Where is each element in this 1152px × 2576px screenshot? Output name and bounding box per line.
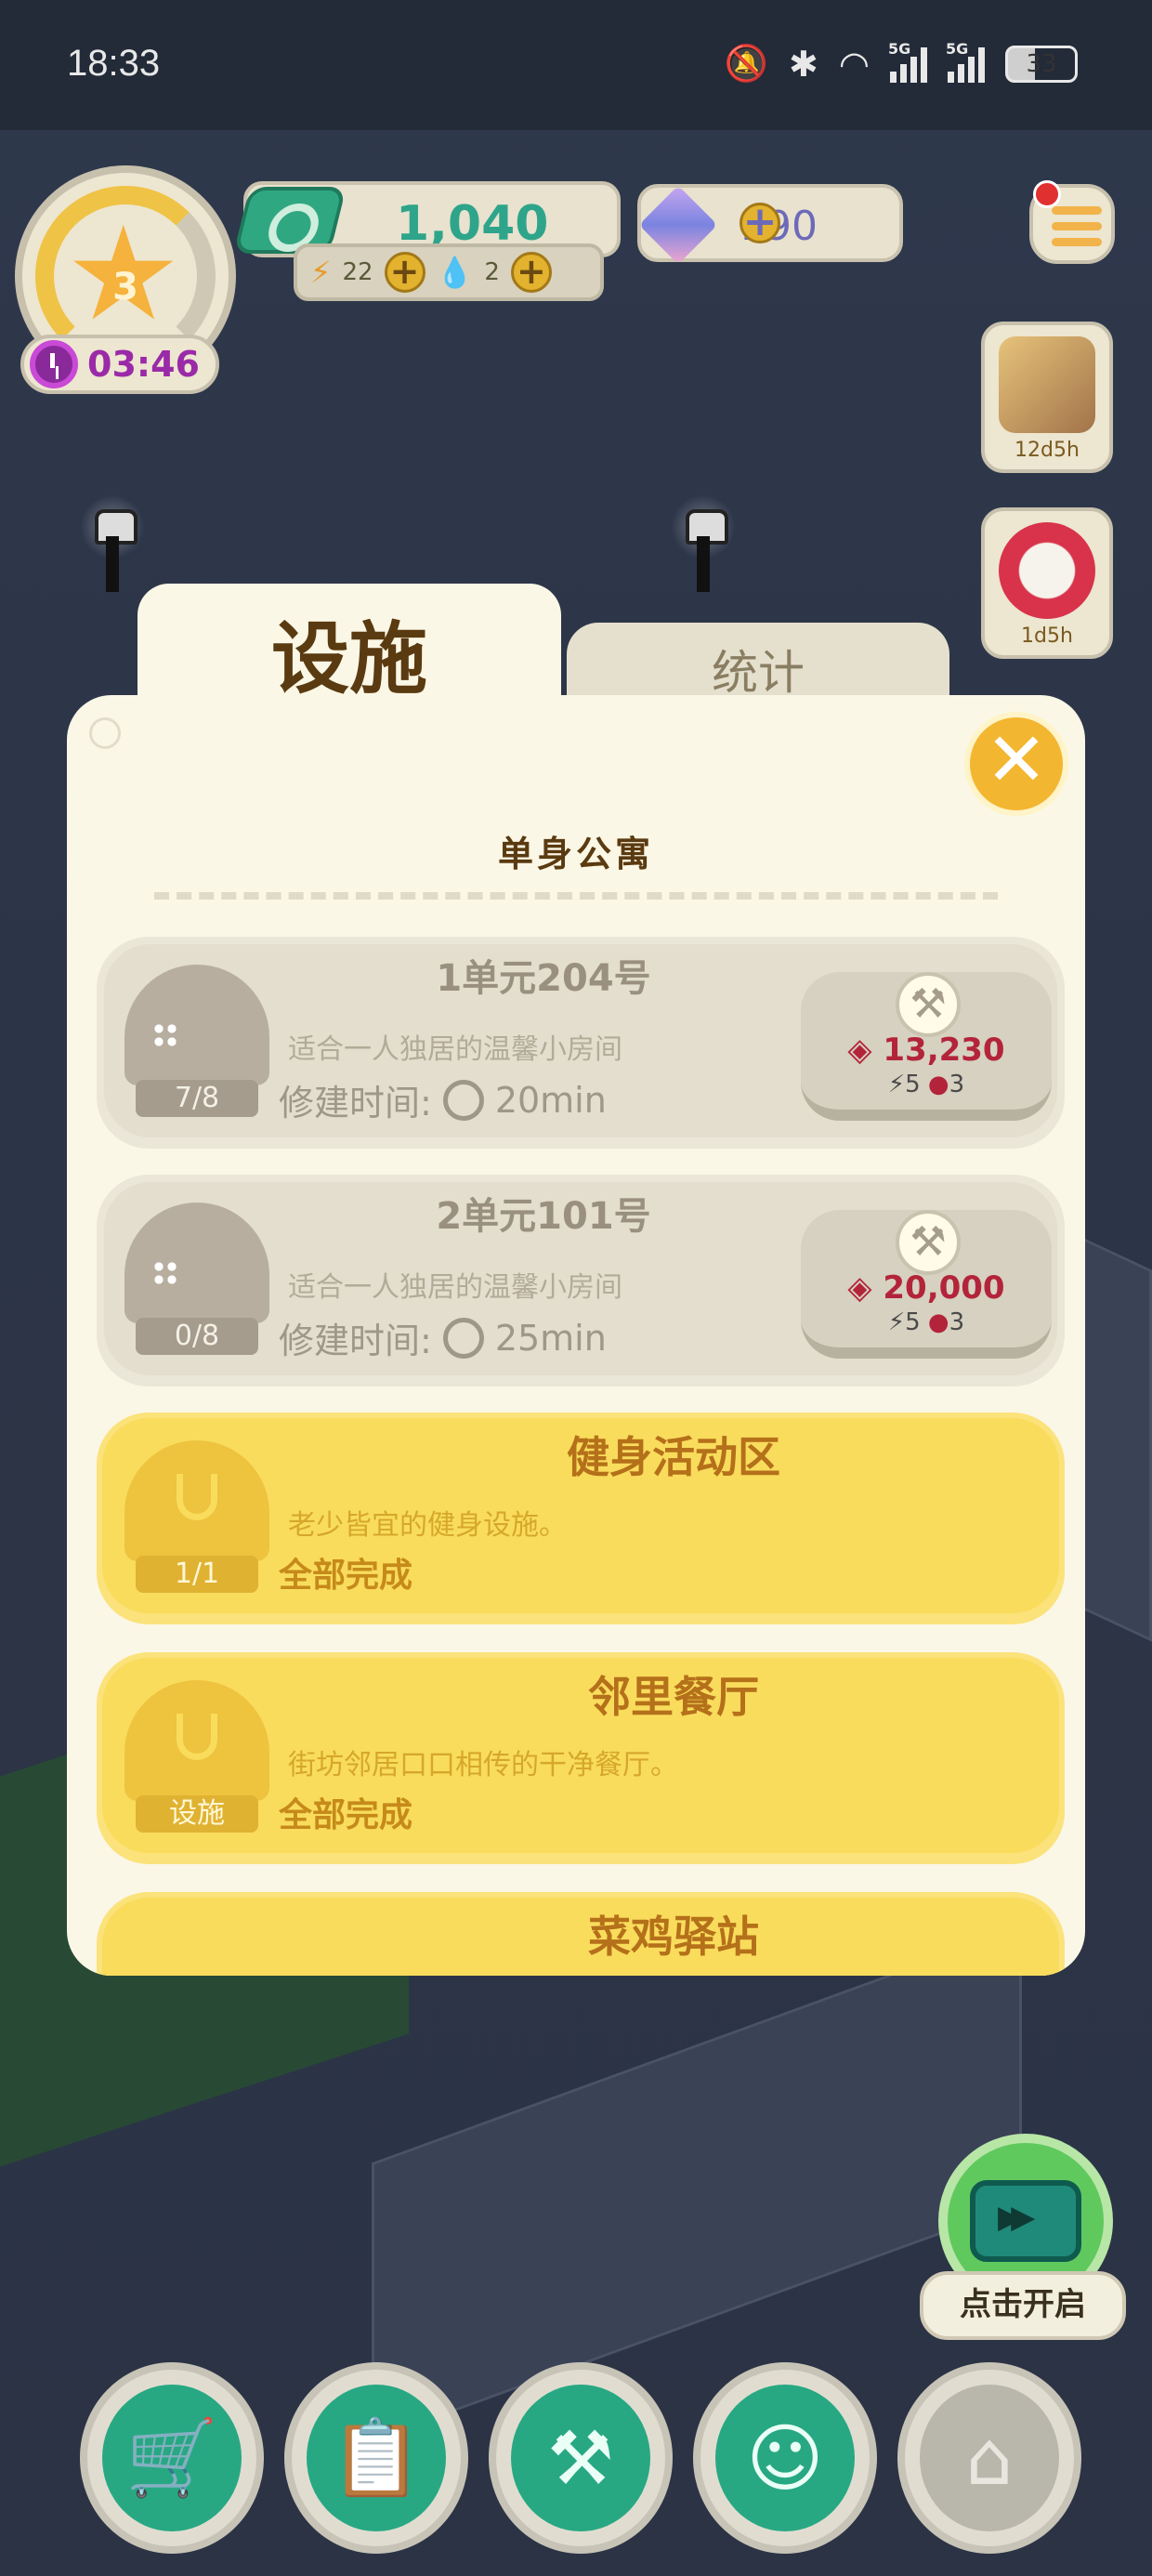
item-description: 街坊邻居口口相传的干净餐厅。 — [288, 1749, 678, 1781]
clock-icon — [30, 340, 78, 388]
divider — [154, 892, 998, 900]
event-dice-timer: 1d5h — [1021, 624, 1073, 648]
resource-bar: ⚡ 22 + 💧 2 + — [294, 243, 604, 301]
hammer-icon: ⚒ — [896, 972, 961, 1037]
add-diamonds-button[interactable]: + — [740, 202, 780, 243]
nav-build-button[interactable]: ⚒ — [489, 2362, 673, 2554]
stopwatch-icon — [442, 1317, 484, 1359]
event-map-book-timer: 12d5h — [1015, 439, 1080, 462]
item-name: 菜鸡驿站 — [588, 1912, 759, 1962]
add-energy-button[interactable]: + — [384, 252, 425, 293]
facility-item[interactable]: 设施 邻里餐厅 街坊邻居口口相传的干净餐厅。 全部完成 — [97, 1652, 1065, 1864]
status-time: 18:33 — [67, 43, 161, 84]
tab-statistics-label: 统计 — [712, 646, 805, 700]
battery-icon: 33 — [1005, 45, 1078, 83]
house-icon: ⌂ — [920, 2385, 1059, 2531]
wifi-icon: ◠ — [838, 43, 870, 85]
watch-video-label: 点击开启 — [920, 2271, 1126, 2340]
item-progress: 1/1 — [136, 1556, 258, 1593]
item-description: 适合一人独居的温馨小房间 — [288, 1033, 622, 1066]
tools-icon: ⚒ — [511, 2385, 650, 2531]
build-requirements: ⚡5 ●3 — [887, 1308, 965, 1336]
dice-icon — [999, 522, 1095, 619]
hammer-icon: ⚒ — [896, 1210, 961, 1275]
player-level: 3 — [112, 266, 138, 309]
watch-video-button[interactable]: 点击开启 — [920, 2134, 1126, 2342]
completed-status: 全部完成 — [279, 1796, 413, 1834]
item-name: 邻里餐厅 — [588, 1672, 759, 1722]
nav-tasks-button[interactable]: 📋 — [284, 2362, 468, 2554]
completed-status: 全部完成 — [279, 1557, 413, 1595]
nav-social-button[interactable]: ☺ — [693, 2362, 877, 2554]
diamond-icon — [638, 185, 718, 265]
item-name: 健身活动区 — [567, 1432, 780, 1482]
add-water-button[interactable]: + — [510, 252, 552, 293]
build-time: 修建时间: 20min — [279, 1079, 607, 1124]
bottom-nav: 🛒 📋 ⚒ ☺ ⌂ — [80, 2362, 1083, 2557]
facility-item[interactable]: 7/8 1单元204号 适合一人独居的温馨小房间 修建时间: 20min ⚒ ◈… — [97, 937, 1065, 1149]
stopwatch-icon — [442, 1079, 484, 1121]
item-progress: 7/8 — [136, 1080, 258, 1117]
menu-button[interactable] — [1029, 180, 1115, 264]
nav-shop-button[interactable]: 🛒 — [80, 2362, 264, 2554]
diamond-counter[interactable]: 190 + — [637, 184, 903, 265]
clipboard-icon: 📋 — [307, 2385, 446, 2531]
mute-icon: 🔕 — [724, 43, 768, 84]
item-progress: 设施 — [136, 1795, 258, 1833]
water-value: 2 — [484, 258, 500, 286]
map-book-icon — [999, 336, 1095, 433]
facility-item[interactable]: 0/8 2单元101号 适合一人独居的温馨小房间 修建时间: 25min ⚒ ◈… — [97, 1175, 1065, 1387]
item-description: 适合一人独居的温馨小房间 — [288, 1271, 622, 1304]
smiley-icon: ☺ — [715, 2385, 855, 2531]
battery-level: 33 — [1026, 49, 1057, 78]
water-icon: 💧 — [436, 255, 474, 290]
build-button[interactable]: ⚒ ◈ 20,000 ⚡5 ●3 — [801, 1210, 1052, 1359]
close-button[interactable]: ✕ — [964, 712, 1068, 816]
build-cost: ◈ 20,000 — [847, 1269, 1005, 1307]
menu-icon — [1052, 206, 1102, 254]
nav-home-button[interactable]: ⌂ — [897, 2362, 1081, 2554]
item-description: 老少皆宜的健身设施。 — [288, 1509, 567, 1542]
timer-value: 03:46 — [87, 344, 200, 385]
facility-item[interactable]: 菜鸡驿站 — [97, 1892, 1065, 1976]
build-cost: ◈ 13,230 — [847, 1032, 1005, 1069]
signal-5g-icon: 5G — [946, 40, 985, 83]
panel-title: 单身公寓 — [497, 834, 654, 874]
facility-item[interactable]: 1/1 健身活动区 老少皆宜的健身设施。 全部完成 — [97, 1413, 1065, 1624]
build-requirements: ⚡5 ●3 — [887, 1071, 965, 1098]
event-timer: 03:46 — [20, 335, 219, 394]
cart-icon: 🛒 — [102, 2385, 242, 2531]
tab-facilities-label: 设施 — [270, 613, 427, 704]
energy-icon: ⚡ — [310, 255, 332, 290]
event-dice[interactable]: 1d5h — [981, 507, 1113, 659]
event-map-book[interactable]: 12d5h — [981, 322, 1113, 473]
notification-dot — [1033, 180, 1061, 208]
tv-icon — [970, 2180, 1081, 2262]
panel-corner-icon — [89, 717, 121, 749]
build-button[interactable]: ⚒ ◈ 13,230 ⚡5 ●3 — [801, 972, 1052, 1121]
status-bar: 18:33 🔕 ✱ ◠ 5G 5G 33 — [0, 0, 1152, 130]
facilities-panel: ✕ 单身公寓 7/8 1单元204号 适合一人独居的温馨小房间 修建时间: 20… — [67, 695, 1085, 1976]
build-time: 修建时间: 25min — [279, 1317, 607, 1361]
signal-5g-icon: 5G — [888, 40, 927, 83]
item-progress: 0/8 — [136, 1318, 258, 1355]
bluetooth-icon: ✱ — [788, 43, 818, 85]
energy-value: 22 — [342, 258, 373, 286]
